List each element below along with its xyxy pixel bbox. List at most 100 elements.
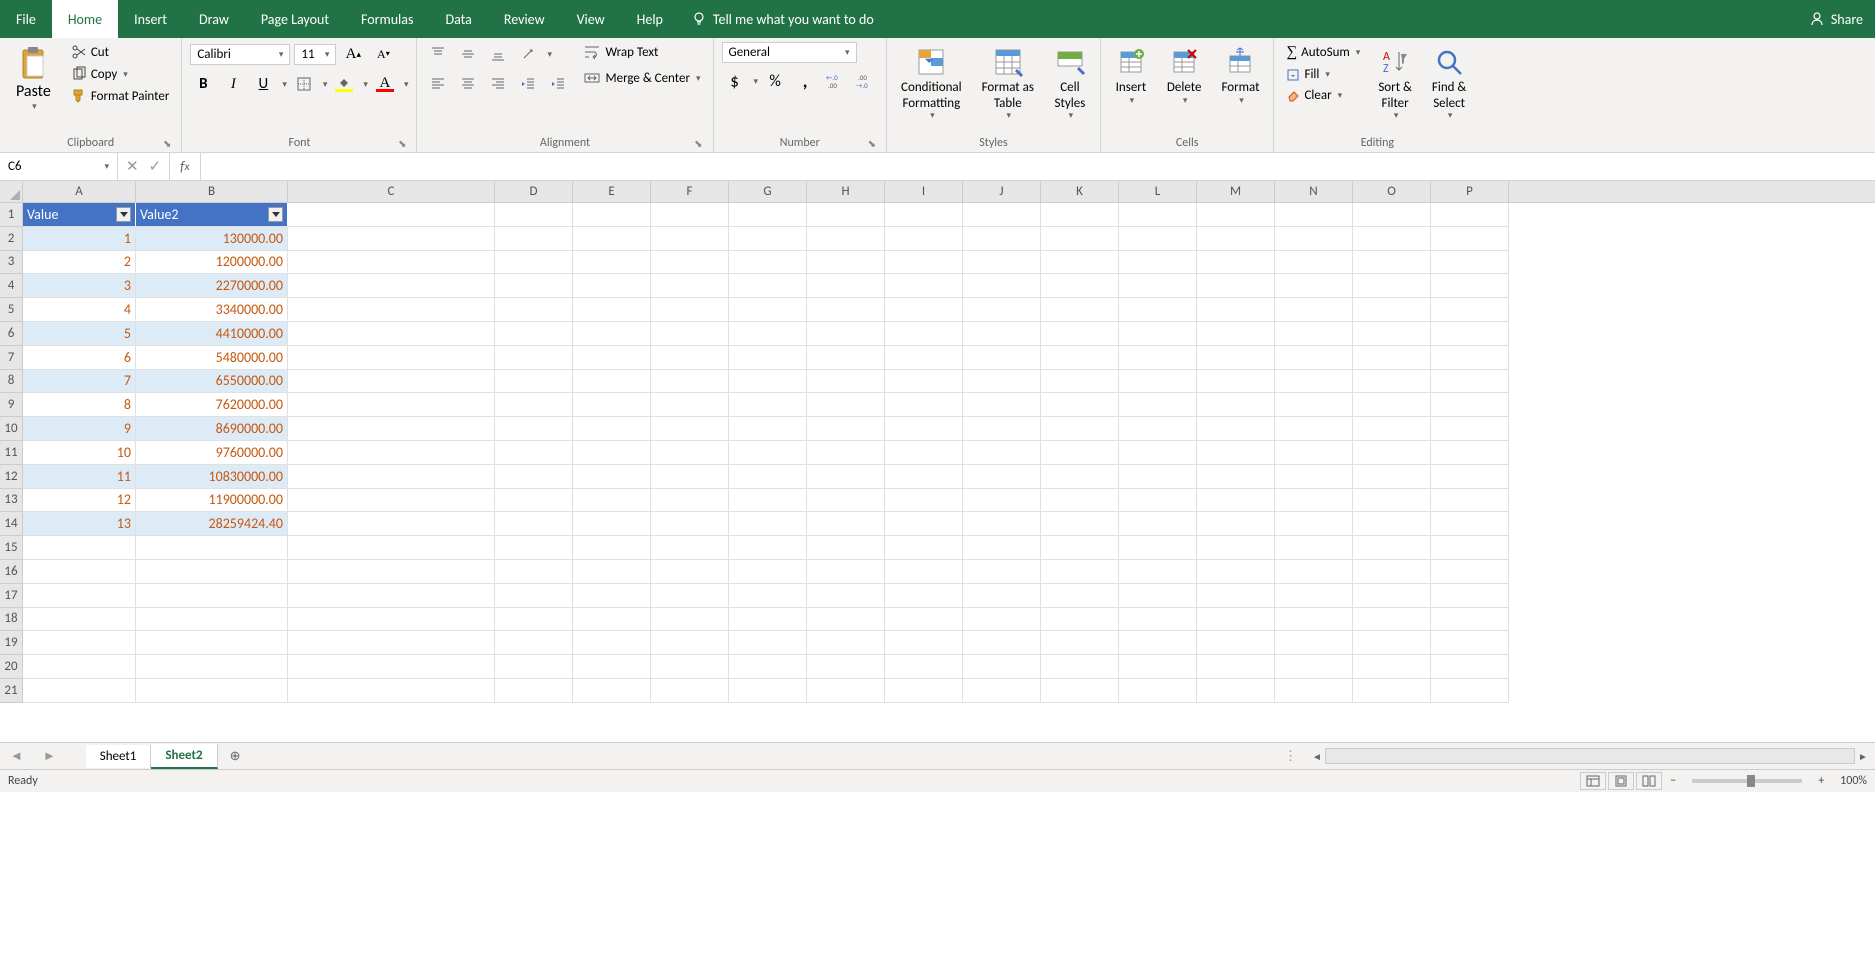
cell-N13[interactable]: [1275, 489, 1353, 513]
cell-I15[interactable]: [885, 536, 963, 560]
cell-P7[interactable]: [1431, 346, 1509, 370]
col-header-O[interactable]: O: [1353, 181, 1431, 202]
cell-F5[interactable]: [651, 298, 729, 322]
cell-E14[interactable]: [573, 512, 651, 536]
cell-I19[interactable]: [885, 631, 963, 655]
cell-P2[interactable]: [1431, 227, 1509, 251]
cell-D9[interactable]: [495, 393, 573, 417]
cell-H10[interactable]: [807, 417, 885, 441]
cell-H21[interactable]: [807, 679, 885, 703]
cell-P15[interactable]: [1431, 536, 1509, 560]
cell-H6[interactable]: [807, 322, 885, 346]
horizontal-scrollbar[interactable]: [1325, 748, 1855, 764]
tab-page-layout[interactable]: Page Layout: [245, 0, 345, 38]
increase-indent-button[interactable]: [545, 72, 571, 96]
cell-B7[interactable]: 5480000.00: [136, 346, 288, 370]
increase-font-button[interactable]: A▴: [340, 42, 366, 66]
cell-L9[interactable]: [1119, 393, 1197, 417]
cell-J13[interactable]: [963, 489, 1041, 513]
cell-N6[interactable]: [1275, 322, 1353, 346]
cell-J11[interactable]: [963, 441, 1041, 465]
cell-K21[interactable]: [1041, 679, 1119, 703]
cell-G16[interactable]: [729, 560, 807, 584]
tab-review[interactable]: Review: [488, 0, 561, 38]
cell-O21[interactable]: [1353, 679, 1431, 703]
cell-N18[interactable]: [1275, 608, 1353, 632]
cell-C18[interactable]: [288, 608, 495, 632]
cell-D6[interactable]: [495, 322, 573, 346]
sheet-tab-sheet1[interactable]: Sheet1: [86, 745, 152, 768]
decrease-decimal-button[interactable]: .00→.0: [852, 69, 878, 93]
cell-H13[interactable]: [807, 489, 885, 513]
formula-cancel-button[interactable]: ✕: [126, 157, 139, 176]
cell-P21[interactable]: [1431, 679, 1509, 703]
cell-B5[interactable]: 3340000.00: [136, 298, 288, 322]
cell-L5[interactable]: [1119, 298, 1197, 322]
cell-I3[interactable]: [885, 251, 963, 275]
align-top-button[interactable]: [425, 42, 451, 66]
decrease-indent-button[interactable]: [515, 72, 541, 96]
copy-button[interactable]: Copy ▾: [67, 64, 174, 84]
bold-button[interactable]: B: [190, 72, 216, 96]
cell-F8[interactable]: [651, 370, 729, 394]
cell-H12[interactable]: [807, 465, 885, 489]
col-header-J[interactable]: J: [963, 181, 1041, 202]
formula-enter-button[interactable]: ✓: [149, 157, 162, 176]
tab-formulas[interactable]: Formulas: [345, 0, 429, 38]
cell-O11[interactable]: [1353, 441, 1431, 465]
conditional-formatting-button[interactable]: ConditionalFormatting▾: [895, 42, 968, 126]
cell-H5[interactable]: [807, 298, 885, 322]
dialog-launcher-icon[interactable]: ⬊: [868, 137, 876, 150]
zoom-slider[interactable]: [1692, 779, 1802, 783]
font-name-select[interactable]: Calibri▾: [190, 44, 290, 65]
chevron-down-icon[interactable]: ▾: [547, 49, 552, 60]
cell-O19[interactable]: [1353, 631, 1431, 655]
row-header-17[interactable]: 17: [0, 584, 22, 608]
cell-D12[interactable]: [495, 465, 573, 489]
cell-I13[interactable]: [885, 489, 963, 513]
cell-L18[interactable]: [1119, 608, 1197, 632]
border-button[interactable]: [291, 72, 317, 96]
cell-C6[interactable]: [288, 322, 495, 346]
cell-M13[interactable]: [1197, 489, 1275, 513]
cell-O12[interactable]: [1353, 465, 1431, 489]
cell-B17[interactable]: [136, 584, 288, 608]
dialog-launcher-icon[interactable]: ⬊: [163, 137, 171, 150]
cell-M21[interactable]: [1197, 679, 1275, 703]
cell-E6[interactable]: [573, 322, 651, 346]
align-bottom-button[interactable]: [485, 42, 511, 66]
cell-G7[interactable]: [729, 346, 807, 370]
cell-H8[interactable]: [807, 370, 885, 394]
cell-A12[interactable]: 11: [23, 465, 136, 489]
scroll-right-button[interactable]: ►: [1855, 749, 1871, 763]
cell-G12[interactable]: [729, 465, 807, 489]
insert-cells-button[interactable]: Insert▾: [1109, 42, 1153, 110]
cut-button[interactable]: Cut: [67, 42, 174, 62]
cell-M15[interactable]: [1197, 536, 1275, 560]
cell-E7[interactable]: [573, 346, 651, 370]
cell-E2[interactable]: [573, 227, 651, 251]
comma-button[interactable]: ,: [792, 69, 818, 93]
cell-I14[interactable]: [885, 512, 963, 536]
cell-M12[interactable]: [1197, 465, 1275, 489]
cell-P17[interactable]: [1431, 584, 1509, 608]
col-header-L[interactable]: L: [1119, 181, 1197, 202]
cell-K11[interactable]: [1041, 441, 1119, 465]
cell-C7[interactable]: [288, 346, 495, 370]
cell-C2[interactable]: [288, 227, 495, 251]
align-left-button[interactable]: [425, 72, 451, 96]
cell-P20[interactable]: [1431, 655, 1509, 679]
row-header-3[interactable]: 3: [0, 251, 22, 275]
cell-G3[interactable]: [729, 251, 807, 275]
cell-J6[interactable]: [963, 322, 1041, 346]
row-header-18[interactable]: 18: [0, 608, 22, 632]
cell-M2[interactable]: [1197, 227, 1275, 251]
chevron-down-icon[interactable]: ▾: [282, 79, 287, 90]
row-header-16[interactable]: 16: [0, 560, 22, 584]
merge-center-button[interactable]: Merge & Center ▾: [579, 68, 704, 88]
cell-N19[interactable]: [1275, 631, 1353, 655]
cell-I5[interactable]: [885, 298, 963, 322]
cell-B14[interactable]: 28259424.40: [136, 512, 288, 536]
cell-G18[interactable]: [729, 608, 807, 632]
cell-N8[interactable]: [1275, 370, 1353, 394]
